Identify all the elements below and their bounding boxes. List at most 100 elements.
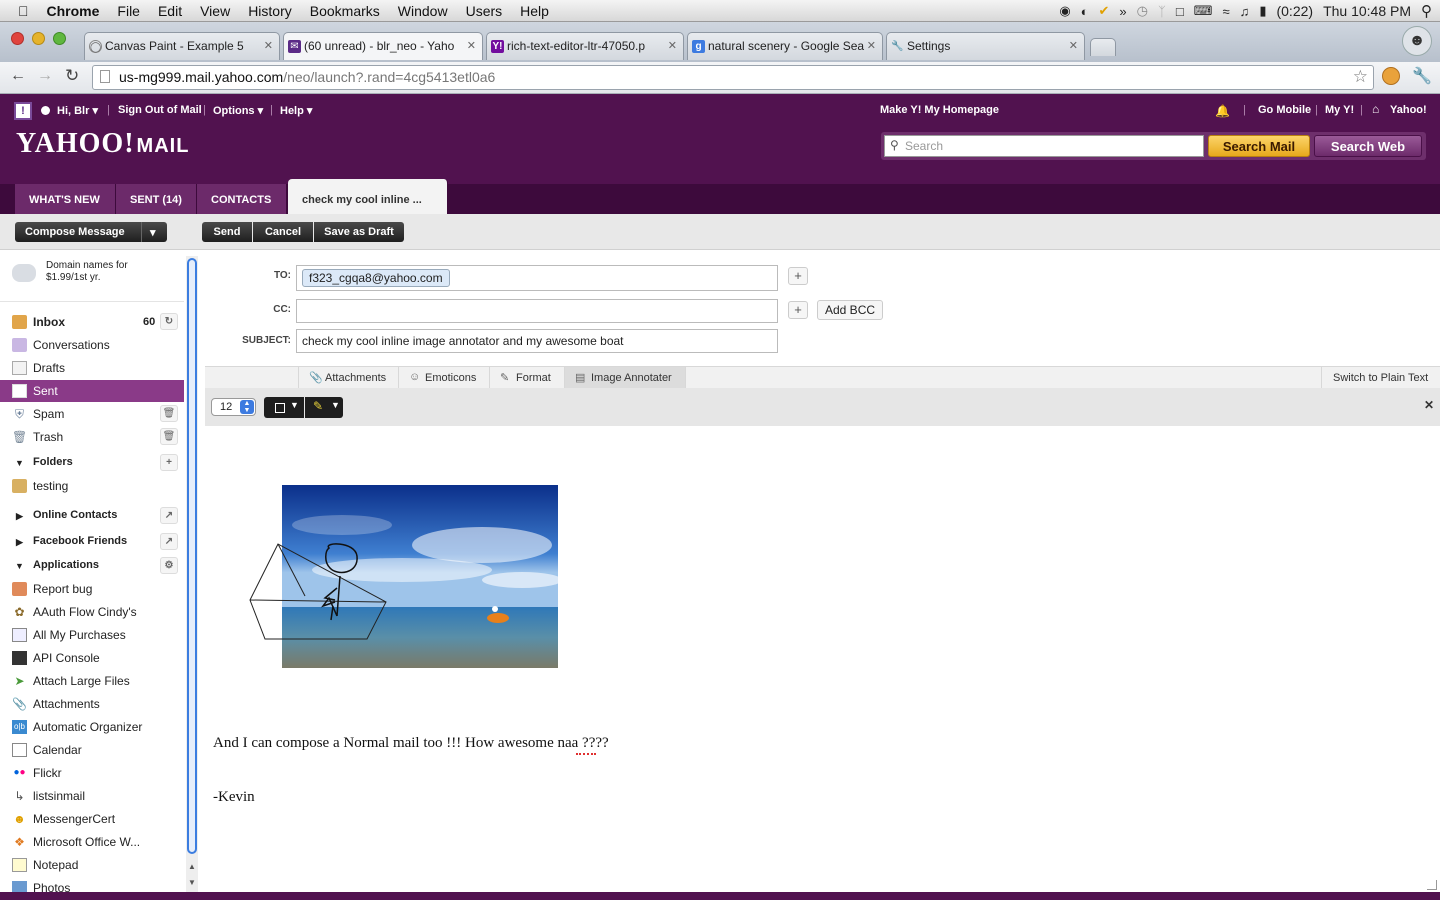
- tab-compose-draft[interactable]: check my cool inline ...: [288, 179, 448, 214]
- close-tab-icon[interactable]: ✕: [1069, 39, 1078, 52]
- send-button[interactable]: Send: [202, 222, 252, 242]
- sidebar-item-conversations[interactable]: Conversations: [0, 334, 184, 356]
- recipient-token[interactable]: f323_cgqa8@yahoo.com: [302, 269, 450, 287]
- fast-forward-icon[interactable]: »: [1119, 4, 1126, 19]
- switch-plain-text-button[interactable]: Switch to Plain Text: [1321, 367, 1440, 389]
- sidebar-item-testing[interactable]: testing: [0, 475, 184, 497]
- pulse-icon[interactable]: ↗: [160, 507, 178, 524]
- message-editor[interactable]: And I can compose a Normal mail too !!! …: [205, 426, 1440, 892]
- minimize-window-button[interactable]: [32, 32, 45, 45]
- sidebar-app-item[interactable]: 📎 Attachments: [0, 693, 184, 715]
- sidebar-item-spam[interactable]: ⛨ Spam 🗑: [0, 403, 184, 425]
- pen-color-picker-button[interactable]: ✎ ▼: [305, 397, 343, 418]
- compose-dropdown-button[interactable]: ▾: [141, 222, 167, 242]
- zoom-window-button[interactable]: [53, 32, 66, 45]
- sidebar-ad[interactable]: Domain names for $1.99/1st yr.: [0, 250, 184, 302]
- close-tab-icon[interactable]: ✕: [668, 39, 677, 52]
- sidebar-app-item[interactable]: ➤ Attach Large Files: [0, 670, 184, 692]
- new-tab-button[interactable]: [1090, 38, 1116, 56]
- scrollbar-thumb[interactable]: [187, 258, 197, 854]
- address-bar[interactable]: us-mg999.mail.yahoo.com/neo/launch?.rand…: [92, 65, 1374, 90]
- sidebar-item-trash[interactable]: 🗑 Trash 🗑: [0, 426, 184, 448]
- bluetooth-icon[interactable]: ᛉ: [1158, 4, 1166, 19]
- subject-field[interactable]: check my cool inline image annotator and…: [296, 329, 778, 353]
- menu-bookmarks[interactable]: Bookmarks: [301, 3, 389, 19]
- battery-time[interactable]: (0:22): [1276, 3, 1313, 19]
- tab-attachments[interactable]: 📎 Attachments: [298, 367, 399, 389]
- options-menu[interactable]: Options ▾: [213, 104, 263, 117]
- sign-out-link[interactable]: Sign Out of Mail: [118, 104, 202, 116]
- sidebar-section-folders[interactable]: ▼ Folders +: [0, 452, 184, 474]
- close-tab-icon[interactable]: ✕: [867, 39, 876, 52]
- tab-sent[interactable]: SENT (14): [116, 184, 197, 214]
- menu-app-name[interactable]: Chrome: [38, 3, 109, 19]
- tab-image-annotater[interactable]: ▤ Image Annotater: [565, 367, 686, 389]
- tab-format[interactable]: ✎ Format: [490, 367, 565, 389]
- sidebar-app-item[interactable]: All My Purchases: [0, 624, 184, 646]
- browser-tab[interactable]: g natural scenery - Google Sea ✕: [687, 32, 883, 60]
- menu-file[interactable]: File: [108, 3, 149, 19]
- battery-icon[interactable]: ▮: [1259, 3, 1266, 19]
- alien-icon[interactable]: ◉: [1059, 3, 1070, 19]
- yahoo-mail-logo[interactable]: YAHOO! MAIL: [16, 128, 189, 160]
- yahoo-y-icon[interactable]: !: [14, 102, 32, 120]
- tab-emoticons[interactable]: ☺ Emoticons: [399, 367, 490, 389]
- menu-help[interactable]: Help: [511, 3, 558, 19]
- menu-window[interactable]: Window: [389, 3, 457, 19]
- sidebar-item-sent[interactable]: Sent: [0, 380, 184, 402]
- tab-contacts[interactable]: CONTACTS: [197, 184, 287, 214]
- yahoo-link[interactable]: Yahoo!: [1390, 104, 1427, 116]
- save-draft-button[interactable]: Save as Draft: [314, 222, 404, 242]
- checkmark-icon[interactable]: ✔: [1099, 3, 1110, 19]
- headphones-icon[interactable]: ◐: [1081, 4, 1089, 19]
- stepper-arrows-icon[interactable]: ▲ ▼: [240, 400, 254, 414]
- sidebar-app-item[interactable]: ✿ AAuth Flow Cindy's: [0, 601, 184, 623]
- cancel-button[interactable]: Cancel: [253, 222, 313, 242]
- gear-icon[interactable]: ⚙: [160, 557, 178, 574]
- browser-tab[interactable]: Y! rich-text-editor-ltr-47050.p ✕: [486, 32, 684, 60]
- sidebar-item-drafts[interactable]: Drafts: [0, 357, 184, 379]
- menu-history[interactable]: History: [239, 3, 301, 19]
- wifi-icon[interactable]: ≈: [1222, 4, 1229, 19]
- add-cc-button[interactable]: +: [788, 301, 808, 319]
- bell-icon[interactable]: 🔔: [1215, 104, 1230, 118]
- scroll-down-icon[interactable]: ▼: [188, 878, 196, 887]
- pulse-icon[interactable]: ↗: [160, 533, 178, 550]
- sidebar-app-item[interactable]: ↳ listsinmail: [0, 785, 184, 807]
- sidebar-item-inbox[interactable]: Inbox 60 ↻: [0, 311, 184, 333]
- to-field[interactable]: f323_cgqa8@yahoo.com: [296, 265, 778, 291]
- wrench-menu-icon[interactable]: 🔧: [1412, 66, 1432, 86]
- sidebar-app-item[interactable]: ●● Flickr: [0, 762, 184, 784]
- sidebar-scrollbar[interactable]: ▲ ▼: [186, 256, 198, 896]
- empty-spam-trash-icon[interactable]: 🗑: [160, 405, 178, 422]
- body-signature[interactable]: -Kevin: [213, 789, 255, 806]
- empty-trash-icon[interactable]: 🗑: [160, 428, 178, 445]
- refresh-icon[interactable]: ↻: [160, 313, 178, 330]
- browser-tab[interactable]: 🔧 Settings ✕: [886, 32, 1085, 60]
- browser-tab-active[interactable]: ✉ (60 unread) - blr_neo - Yaho ✕: [283, 32, 483, 60]
- sidebar-app-item[interactable]: Report bug: [0, 578, 184, 600]
- clock[interactable]: Thu 10:48 PM: [1323, 3, 1411, 19]
- add-folder-icon[interactable]: +: [160, 454, 178, 471]
- greeting-menu[interactable]: Hi, Blr ▾: [57, 104, 98, 117]
- go-mobile-link[interactable]: Go Mobile: [1258, 104, 1311, 116]
- browser-tab[interactable]: ◯ Canvas Paint - Example 5 ✕: [84, 32, 280, 60]
- menu-edit[interactable]: Edit: [149, 3, 191, 19]
- extension-cookie-icon[interactable]: [1382, 67, 1400, 85]
- apple-icon[interactable]: : [0, 3, 38, 19]
- sidebar-app-item[interactable]: API Console: [0, 647, 184, 669]
- lock-icon[interactable]: □: [1176, 4, 1184, 19]
- home-icon[interactable]: ⌂: [1372, 102, 1379, 116]
- body-line-1[interactable]: And I can compose a Normal mail too !!! …: [213, 735, 609, 752]
- forward-icon[interactable]: →: [37, 67, 53, 85]
- help-menu[interactable]: Help ▾: [280, 104, 312, 117]
- add-bcc-button[interactable]: Add BCC: [817, 300, 884, 320]
- make-homepage-link[interactable]: Make Y! My Homepage: [880, 104, 999, 116]
- tab-whats-new[interactable]: WHAT'S NEW: [15, 184, 116, 214]
- close-annotator-icon[interactable]: ✕: [1424, 398, 1434, 412]
- my-y-link[interactable]: My Y!: [1325, 104, 1354, 116]
- sidebar-app-item[interactable]: Calendar: [0, 739, 184, 761]
- sidebar-app-item[interactable]: ☻ MessengerCert: [0, 808, 184, 830]
- add-to-button[interactable]: +: [788, 267, 808, 285]
- alien-avatar-icon[interactable]: ☻: [1402, 26, 1432, 56]
